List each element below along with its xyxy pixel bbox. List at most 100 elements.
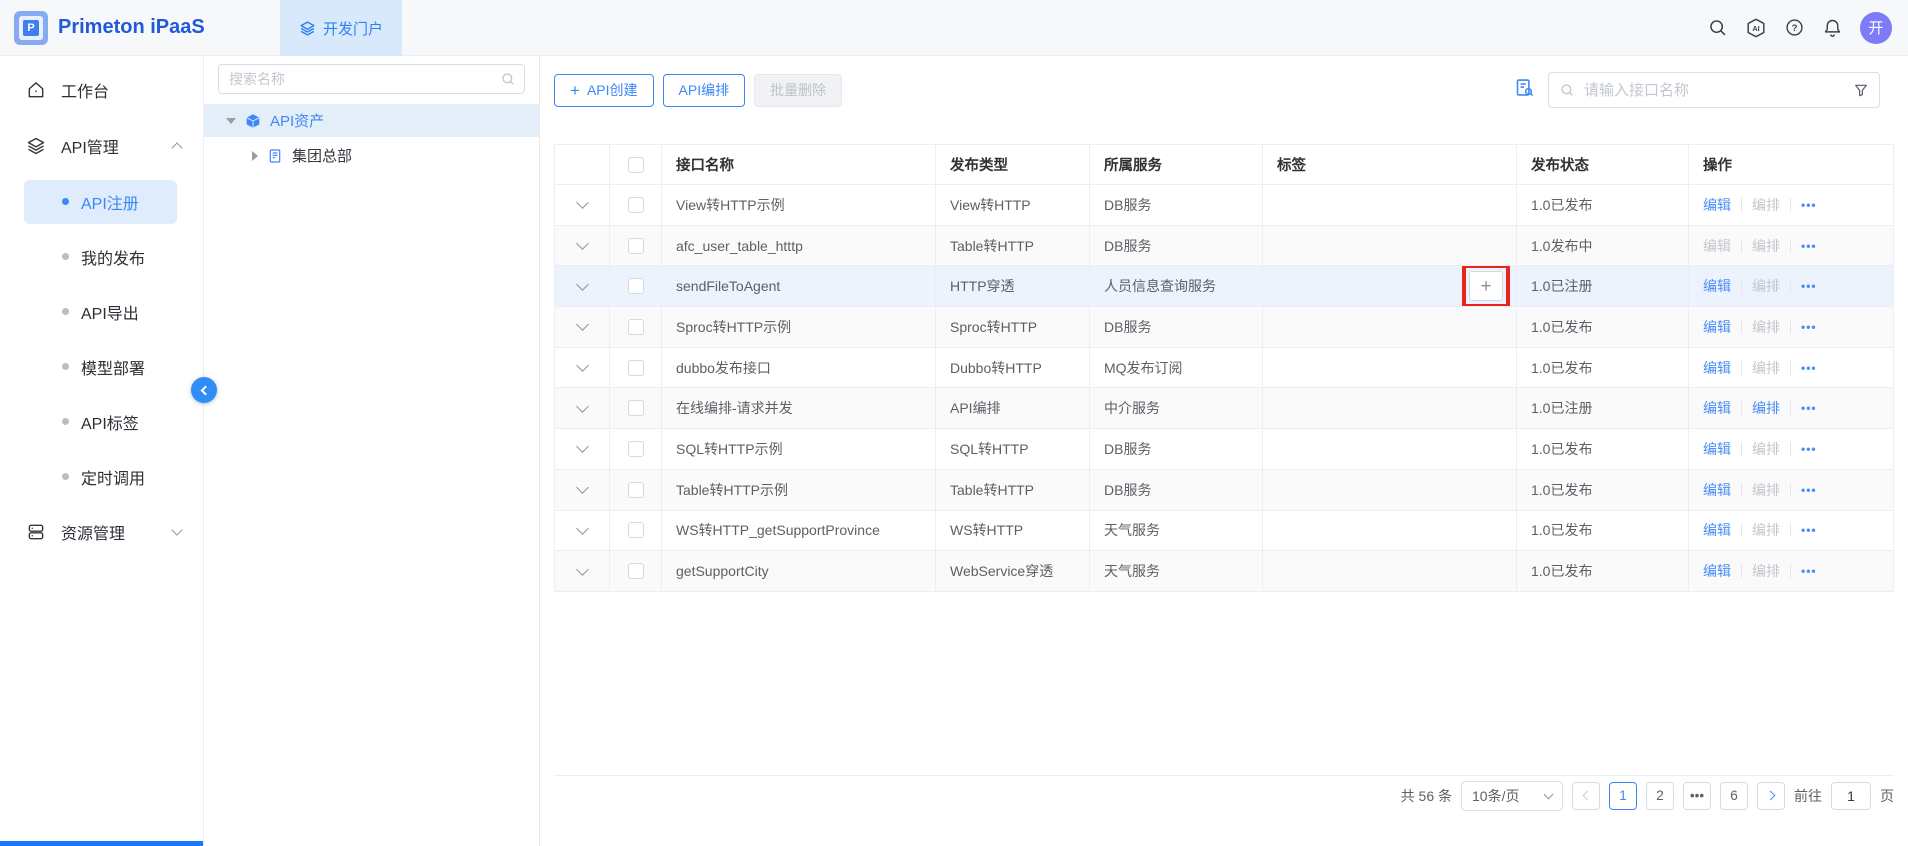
edit-link[interactable]: 编辑	[1703, 358, 1731, 378]
checkbox-cell	[610, 226, 662, 267]
more-actions-button[interactable]: •••	[1801, 279, 1817, 293]
sidebar-item-api-register[interactable]: API注册	[0, 174, 203, 229]
interface-search-input[interactable]	[1584, 82, 1844, 99]
more-actions-button[interactable]: •••	[1801, 320, 1817, 334]
publish-type-cell: Dubbo转HTTP	[936, 348, 1090, 389]
edit-link[interactable]: 编辑	[1703, 480, 1731, 500]
search-icon[interactable]	[500, 71, 516, 87]
page-button-1[interactable]: 1	[1609, 782, 1637, 810]
tree-expand-triangle-icon[interactable]	[226, 118, 236, 124]
row-expand-chevron-icon[interactable]	[576, 237, 589, 250]
orchestrate-link: 编排	[1752, 276, 1780, 296]
sidebar-item-workbench[interactable]: 工作台	[0, 62, 203, 118]
api-name-cell: WS转HTTP_getSupportProvince	[662, 511, 936, 552]
orchestrate-link: 编排	[1752, 317, 1780, 337]
tree-search-input[interactable]	[218, 64, 525, 94]
row-expand-chevron-icon[interactable]	[576, 359, 589, 372]
goto-page-input[interactable]	[1831, 782, 1871, 810]
divider	[1741, 442, 1742, 456]
table-row: afc_user_table_htttpTable转HTTPDB服务1.0发布中…	[555, 226, 1894, 267]
row-checkbox[interactable]	[628, 400, 644, 416]
tree-collapsed-triangle-icon[interactable]	[252, 151, 258, 161]
row-checkbox[interactable]	[628, 522, 644, 538]
row-checkbox[interactable]	[628, 197, 644, 213]
row-checkbox[interactable]	[628, 482, 644, 498]
api-create-button[interactable]: + API创建	[554, 74, 654, 107]
notifications-bell-icon[interactable]	[1822, 17, 1843, 38]
more-actions-button[interactable]: •••	[1801, 483, 1817, 497]
sidebar-item-my-publications[interactable]: 我的发布	[0, 229, 203, 284]
user-avatar[interactable]: 开	[1860, 12, 1892, 44]
edit-link[interactable]: 编辑	[1703, 195, 1731, 215]
sidebar-item-label: 定时调用	[81, 465, 145, 489]
prev-page-button[interactable]	[1572, 782, 1600, 810]
api-name-cell: afc_user_table_htttp	[662, 226, 936, 267]
row-checkbox[interactable]	[628, 441, 644, 457]
more-actions-button[interactable]: •••	[1801, 239, 1817, 253]
next-page-button[interactable]	[1757, 782, 1785, 810]
row-expand-chevron-icon[interactable]	[576, 563, 589, 576]
more-actions-button[interactable]: •••	[1801, 442, 1817, 456]
publish-type-cell: Table转HTTP	[936, 470, 1090, 511]
row-expand-chevron-icon[interactable]	[576, 441, 589, 454]
edit-link[interactable]: 编辑	[1703, 398, 1731, 418]
sidebar-item-model-deploy[interactable]: 模型部署	[0, 339, 203, 394]
page-size-select[interactable]: 10条/页	[1461, 781, 1563, 811]
row-expand-chevron-icon[interactable]	[576, 196, 589, 209]
panel-collapse-button[interactable]	[191, 377, 217, 403]
edit-link[interactable]: 编辑	[1703, 439, 1731, 459]
search-icon[interactable]	[1707, 17, 1728, 38]
tree-node-api-assets[interactable]: API资产	[204, 104, 539, 137]
row-expand-chevron-icon[interactable]	[576, 400, 589, 413]
help-icon[interactable]: ?	[1784, 17, 1805, 38]
page-button-2[interactable]: 2	[1646, 782, 1674, 810]
page-button-6[interactable]: 6	[1720, 782, 1748, 810]
more-actions-button[interactable]: •••	[1801, 198, 1817, 212]
select-all-checkbox[interactable]	[628, 157, 644, 173]
ai-assistant-icon[interactable]: AI	[1745, 17, 1767, 39]
cube-icon	[245, 113, 261, 129]
sidebar-item-api-tags[interactable]: API标签	[0, 394, 203, 449]
brand-logo: P Primeton iPaaS	[14, 11, 205, 45]
publish-type-cell: WebService穿透	[936, 551, 1090, 592]
row-expand-chevron-icon[interactable]	[576, 481, 589, 494]
row-checkbox[interactable]	[628, 563, 644, 579]
row-checkbox[interactable]	[628, 319, 644, 335]
sidebar-item-scheduled-calls[interactable]: 定时调用	[0, 449, 203, 504]
row-checkbox[interactable]	[628, 278, 644, 294]
more-actions-button[interactable]: •••	[1801, 523, 1817, 537]
sidebar-item-api-export[interactable]: API导出	[0, 284, 203, 339]
sidebar-item-label: 资源管理	[61, 520, 125, 544]
main-content: + API创建 API编排 批量删除 接口名称 发布类	[540, 56, 1908, 846]
status-cell: 1.0已发布	[1517, 511, 1689, 552]
row-expand-chevron-icon[interactable]	[576, 278, 589, 291]
row-checkbox[interactable]	[628, 238, 644, 254]
tab-dev-portal[interactable]: 开发门户	[280, 0, 402, 56]
more-actions-button[interactable]: •••	[1801, 401, 1817, 415]
annotation-highlight-box: +	[1462, 266, 1510, 307]
edit-link[interactable]: 编辑	[1703, 276, 1731, 296]
orchestrate-link[interactable]: 编排	[1752, 398, 1780, 418]
table-row: dubbo发布接口Dubbo转HTTPMQ发布订阅1.0已发布编辑编排•••	[555, 348, 1894, 389]
sidebar-item-api-management[interactable]: API管理	[0, 118, 203, 174]
table-row: 在线编排-请求并发API编排中介服务1.0已注册编辑编排•••	[555, 388, 1894, 429]
more-actions-button[interactable]: •••	[1801, 361, 1817, 375]
tree-node-group-hq[interactable]: 集团总部	[204, 137, 539, 174]
row-expand-chevron-icon[interactable]	[576, 522, 589, 535]
api-doc-search-icon[interactable]	[1514, 77, 1535, 103]
add-tag-button[interactable]: +	[1469, 271, 1503, 301]
page-ellipsis-button[interactable]: •••	[1683, 782, 1711, 810]
table-row: getSupportCityWebService穿透天气服务1.0已发布编辑编排…	[555, 551, 1894, 592]
edit-link[interactable]: 编辑	[1703, 317, 1731, 337]
sidebar-item-resource-management[interactable]: 资源管理	[0, 504, 203, 560]
row-expand-chevron-icon[interactable]	[576, 319, 589, 332]
row-checkbox[interactable]	[628, 360, 644, 376]
more-actions-button[interactable]: •••	[1801, 564, 1817, 578]
service-cell: DB服务	[1090, 226, 1263, 267]
bullet-dot	[62, 363, 69, 370]
edit-link[interactable]: 编辑	[1703, 561, 1731, 581]
divider	[1741, 239, 1742, 253]
filter-funnel-icon[interactable]	[1853, 82, 1869, 98]
edit-link[interactable]: 编辑	[1703, 520, 1731, 540]
api-orchestrate-button[interactable]: API编排	[663, 74, 746, 107]
